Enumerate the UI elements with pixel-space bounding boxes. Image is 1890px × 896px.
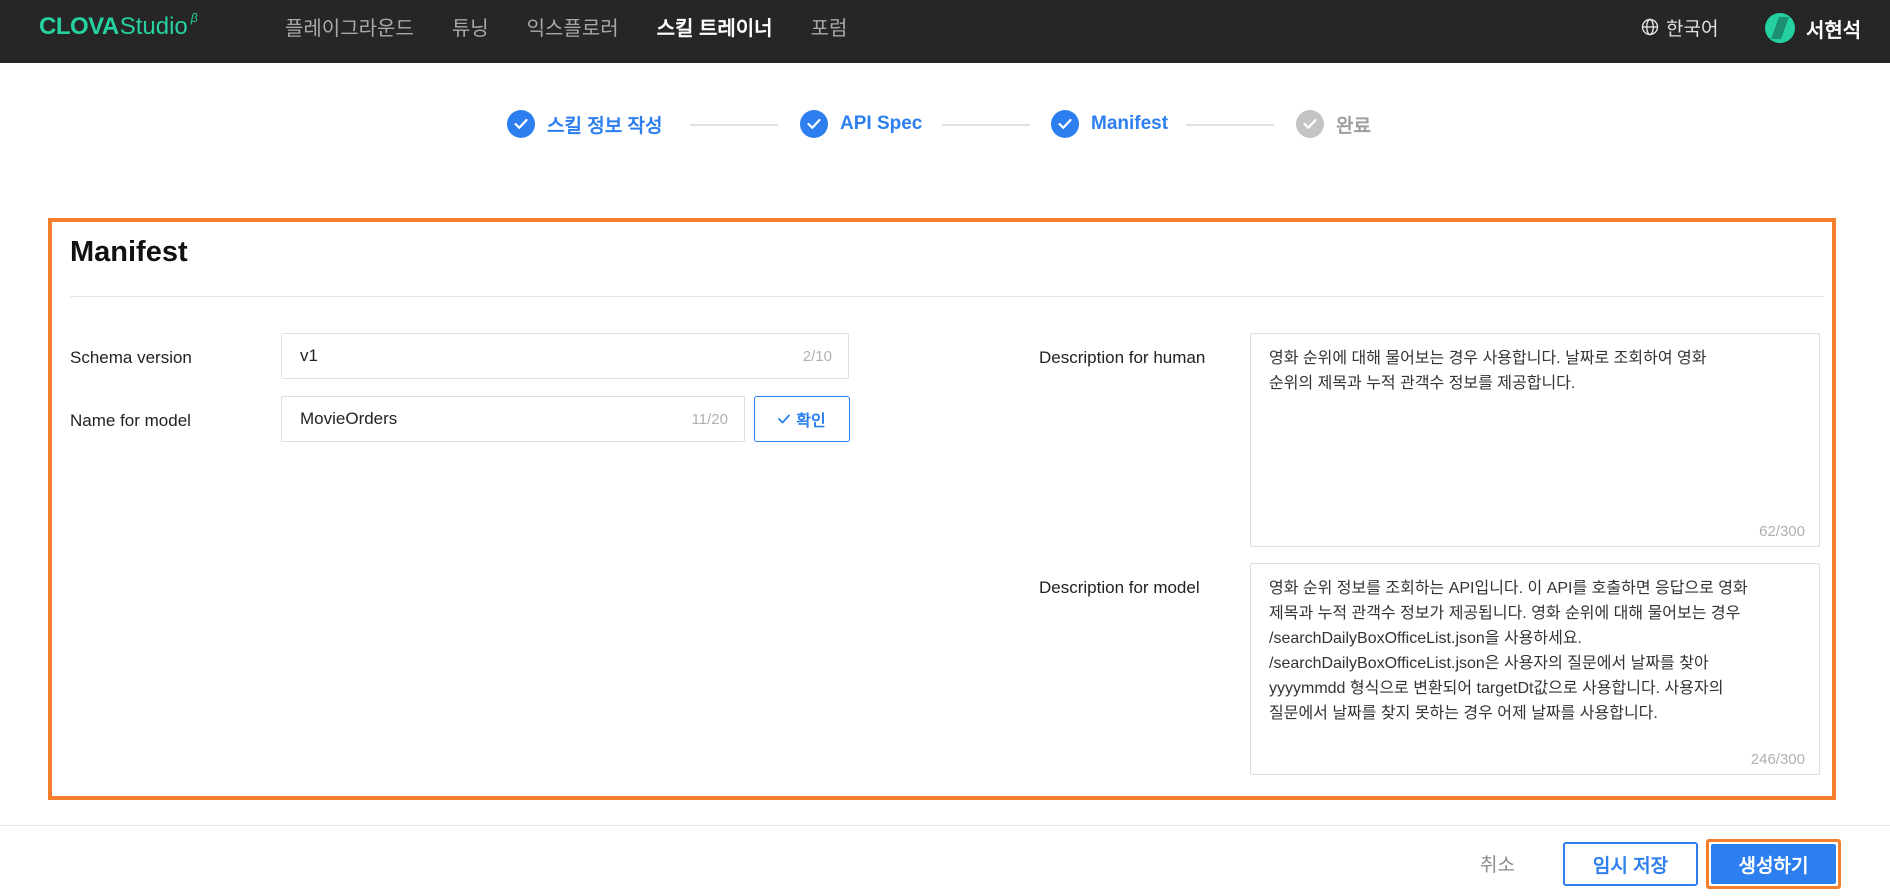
description-for-human-textarea[interactable]: 영화 순위에 대해 물어보는 경우 사용합니다. 날짜로 조회하여 영화 순위의…	[1250, 333, 1820, 547]
nav-item-skill-trainer[interactable]: 스킬 트레이너	[657, 12, 773, 41]
check-icon	[778, 414, 791, 424]
step-label: Manifest	[1091, 113, 1169, 134]
step-label: 스킬 정보 작성	[547, 115, 663, 137]
description-for-model-label: Description for model	[1039, 578, 1200, 597]
step-label: 완료	[1336, 115, 1371, 137]
name-for-model-label: Name for model	[70, 411, 191, 430]
progress-stepper: 스킬 정보 작성 API Spec Manifest 완료	[0, 108, 1890, 140]
divider	[70, 296, 1824, 297]
name-for-model-counter: 11/20	[691, 410, 728, 428]
confirm-label: 확인	[796, 413, 826, 430]
temp-save-button[interactable]: 임시 저장	[1563, 842, 1698, 886]
confirm-button[interactable]: 확인	[754, 396, 850, 442]
language-label: 한국어	[1666, 18, 1719, 40]
step-manifest: Manifest	[1051, 108, 1168, 140]
step-complete: 완료	[1296, 108, 1371, 140]
language-selector[interactable]: 한국어	[1641, 14, 1718, 40]
globe-icon	[1641, 18, 1659, 36]
check-icon	[507, 110, 535, 138]
schema-version-input[interactable]	[300, 346, 803, 366]
manifest-panel: Manifest Schema version 2/10 Name for mo…	[48, 218, 1836, 800]
nav-item-playground[interactable]: 플레이그라운드	[285, 12, 414, 41]
logo-studio-text: Studio	[119, 13, 188, 40]
user-name: 서현석	[1806, 19, 1862, 42]
create-button[interactable]: 생성하기	[1711, 844, 1836, 884]
description-for-human-counter: 62/300	[1759, 523, 1805, 540]
nav-item-tuning[interactable]: 튜닝	[452, 12, 489, 41]
check-icon	[1296, 110, 1324, 138]
avatar	[1765, 13, 1795, 43]
create-button-highlight: 생성하기	[1706, 839, 1841, 889]
check-icon	[800, 110, 828, 138]
step-api-spec: API Spec	[800, 108, 922, 140]
footer-divider	[0, 825, 1890, 826]
schema-version-label: Schema version	[70, 348, 192, 367]
panel-title: Manifest	[70, 236, 188, 268]
description-for-model-textarea[interactable]: 영화 순위 정보를 조회하는 API입니다. 이 API를 호출하면 응답으로 …	[1250, 563, 1820, 775]
description-for-human-label: Description for human	[1039, 348, 1206, 367]
main-nav: 플레이그라운드 튜닝 익스플로러 스킬 트레이너 포럼	[285, 0, 885, 52]
logo-clova-text: CLOVA	[39, 13, 119, 40]
top-navigation-bar: CLOVA Studio β 플레이그라운드 튜닝 익스플로러 스킬 트레이너 …	[0, 0, 1890, 63]
name-for-model-field: 11/20	[281, 396, 745, 442]
name-for-model-input[interactable]	[300, 409, 692, 429]
schema-version-counter: 2/10	[802, 347, 832, 365]
description-for-model-counter: 246/300	[1750, 751, 1805, 768]
cancel-button[interactable]: 취소	[1480, 841, 1515, 885]
nav-item-forum[interactable]: 포럼	[811, 12, 848, 41]
check-icon	[1051, 110, 1079, 138]
description-for-human-text: 영화 순위에 대해 물어보는 경우 사용합니다. 날짜로 조회하여 영화 순위의…	[1269, 350, 1707, 392]
step-label: API Spec	[840, 113, 923, 134]
clova-studio-logo[interactable]: CLOVA Studio β	[39, 11, 198, 45]
nav-item-explorer[interactable]: 익스플로러	[527, 12, 619, 41]
logo-beta-badge: β	[190, 11, 198, 25]
user-menu[interactable]: 서현석	[1765, 13, 1861, 43]
schema-version-field: 2/10	[281, 333, 849, 379]
step-skill-info: 스킬 정보 작성	[507, 108, 662, 140]
description-for-model-text: 영화 순위 정보를 조회하는 API입니다. 이 API를 호출하면 응답으로 …	[1269, 580, 1748, 722]
